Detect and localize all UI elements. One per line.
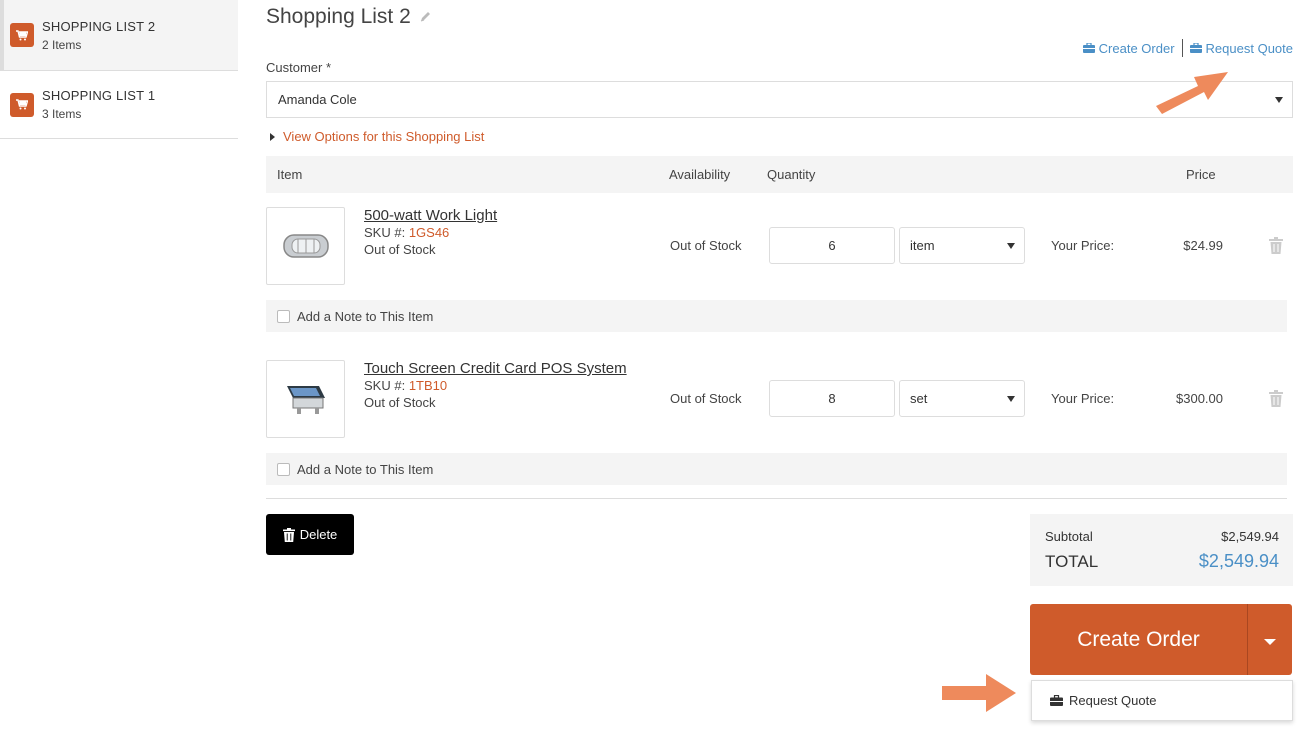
unit-value: item bbox=[910, 238, 935, 253]
cart-icon bbox=[10, 23, 34, 47]
product-stock: Out of Stock bbox=[364, 395, 436, 410]
quantity-input[interactable]: 8 bbox=[769, 380, 895, 417]
your-price-label: Your Price: bbox=[1051, 238, 1115, 253]
cart-icon bbox=[10, 92, 34, 117]
page-title-text: Shopping List 2 bbox=[266, 5, 411, 28]
trash-icon bbox=[282, 527, 295, 542]
create-order-link-label: Create Order bbox=[1098, 40, 1175, 56]
shopping-list-title: SHOPPING LIST 2 bbox=[42, 18, 156, 34]
view-options-label: View Options for this Shopping List bbox=[283, 129, 485, 144]
quantity-value: 8 bbox=[828, 391, 836, 406]
add-note-row[interactable]: Add a Note to This Item bbox=[266, 300, 1287, 332]
availability: Out of Stock bbox=[670, 391, 742, 406]
product-sku: SKU #: 1TB10 bbox=[364, 378, 447, 393]
view-options-toggle[interactable]: View Options for this Shopping List bbox=[270, 129, 484, 144]
add-note-label: Add a Note to This Item bbox=[297, 308, 434, 324]
product-image[interactable] bbox=[266, 207, 345, 285]
caret-down-icon bbox=[1007, 396, 1015, 402]
quantity-value: 6 bbox=[828, 238, 836, 253]
quantity-input[interactable]: 6 bbox=[769, 227, 895, 264]
product-sku: SKU #: 1GS46 bbox=[364, 225, 449, 240]
shopping-list-count: 3 Items bbox=[42, 107, 82, 121]
unit-value: set bbox=[910, 391, 928, 406]
product-name-link[interactable]: 500-watt Work Light bbox=[364, 207, 497, 224]
required-mark: * bbox=[325, 60, 332, 75]
caret-down-icon bbox=[1275, 97, 1283, 103]
add-note-row[interactable]: Add a Note to This Item bbox=[266, 453, 1287, 485]
add-note-checkbox[interactable] bbox=[277, 462, 290, 476]
shopping-list-title: SHOPPING LIST 1 bbox=[42, 88, 156, 103]
request-quote-menu-item[interactable]: Request Quote bbox=[1031, 680, 1293, 721]
briefcase-icon bbox=[1082, 43, 1095, 53]
divider bbox=[266, 498, 1287, 499]
caret-right-icon bbox=[270, 132, 275, 141]
create-order-link[interactable]: Create Order bbox=[1082, 40, 1175, 56]
caret-down-icon bbox=[1007, 243, 1015, 249]
product-image[interactable] bbox=[266, 360, 345, 438]
unit-select[interactable]: item bbox=[899, 227, 1025, 264]
subtotal-value: $2,549.94 bbox=[1221, 529, 1279, 544]
customer-label-text: Customer bbox=[266, 60, 323, 75]
delete-button-label: Delete bbox=[299, 527, 338, 542]
briefcase-icon bbox=[1050, 695, 1063, 706]
customer-label: Customer * bbox=[266, 60, 331, 75]
create-order-button[interactable]: Create Order bbox=[1030, 604, 1247, 675]
price-value: $300.00 bbox=[1176, 391, 1223, 406]
sku-code: 1GS46 bbox=[408, 225, 450, 240]
customer-select[interactable]: Amanda Cole bbox=[266, 81, 1293, 118]
page-title: Shopping List 2 bbox=[266, 5, 432, 29]
price-value: $24.99 bbox=[1183, 238, 1223, 253]
header-item: Item bbox=[277, 167, 303, 182]
request-quote-link[interactable]: Request Quote bbox=[1189, 40, 1293, 56]
shopping-list-count: 2 Items bbox=[42, 37, 82, 52]
table-header: Item Availability Quantity Price bbox=[266, 156, 1293, 193]
shopping-lists-sidebar: SHOPPING LIST 2 2 Items SHOPPING LIST 1 … bbox=[0, 0, 238, 737]
sidebar-item-shopping-list-1[interactable]: SHOPPING LIST 1 3 Items bbox=[0, 71, 238, 139]
total-value: $2,549.94 bbox=[1198, 551, 1279, 571]
trash-icon[interactable] bbox=[1269, 390, 1283, 410]
product-name-link[interactable]: Touch Screen Credit Card POS System bbox=[364, 360, 627, 377]
create-order-split-button: Create Order bbox=[1030, 604, 1292, 675]
briefcase-icon bbox=[1189, 43, 1202, 53]
header-quantity: Quantity bbox=[767, 167, 816, 182]
customer-select-value: Amanda Cole bbox=[278, 92, 357, 107]
create-order-dropdown-toggle[interactable] bbox=[1248, 604, 1292, 675]
add-note-checkbox[interactable] bbox=[277, 309, 290, 323]
table-row: Touch Screen Credit Card POS System SKU … bbox=[266, 360, 1293, 485]
header-price: Price bbox=[1186, 167, 1216, 182]
caret-down-icon bbox=[1264, 638, 1276, 645]
sidebar-item-shopping-list-2[interactable]: SHOPPING LIST 2 2 Items bbox=[0, 0, 238, 71]
total-label: TOTAL bbox=[1045, 552, 1099, 571]
add-note-label: Add a Note to This Item bbox=[297, 461, 434, 477]
table-row: 500-watt Work Light SKU #: 1GS46 Out of … bbox=[266, 207, 1293, 332]
top-actions: Create Order Request Quote bbox=[1082, 39, 1293, 57]
subtotal-label: Subtotal bbox=[1045, 529, 1093, 544]
link-separator bbox=[1181, 39, 1183, 57]
availability: Out of Stock bbox=[670, 238, 742, 253]
your-price-label: Your Price: bbox=[1051, 391, 1115, 406]
unit-select[interactable]: set bbox=[899, 380, 1025, 417]
totals-panel: Subtotal $2,549.94 TOTAL $2,549.94 bbox=[1030, 514, 1293, 586]
pencil-icon[interactable] bbox=[419, 5, 432, 29]
header-availability: Availability bbox=[669, 167, 731, 182]
trash-icon[interactable] bbox=[1269, 237, 1283, 257]
product-stock: Out of Stock bbox=[364, 242, 436, 257]
sku-label: SKU #: bbox=[364, 225, 406, 240]
annotation-arrow bbox=[1156, 72, 1228, 114]
annotation-arrow bbox=[942, 674, 1016, 712]
delete-button[interactable]: Delete bbox=[266, 514, 354, 555]
sku-label: SKU #: bbox=[364, 378, 406, 393]
request-quote-link-label: Request Quote bbox=[1205, 40, 1293, 56]
request-quote-menu-label: Request Quote bbox=[1069, 693, 1157, 708]
sku-code: 1TB10 bbox=[408, 378, 448, 393]
